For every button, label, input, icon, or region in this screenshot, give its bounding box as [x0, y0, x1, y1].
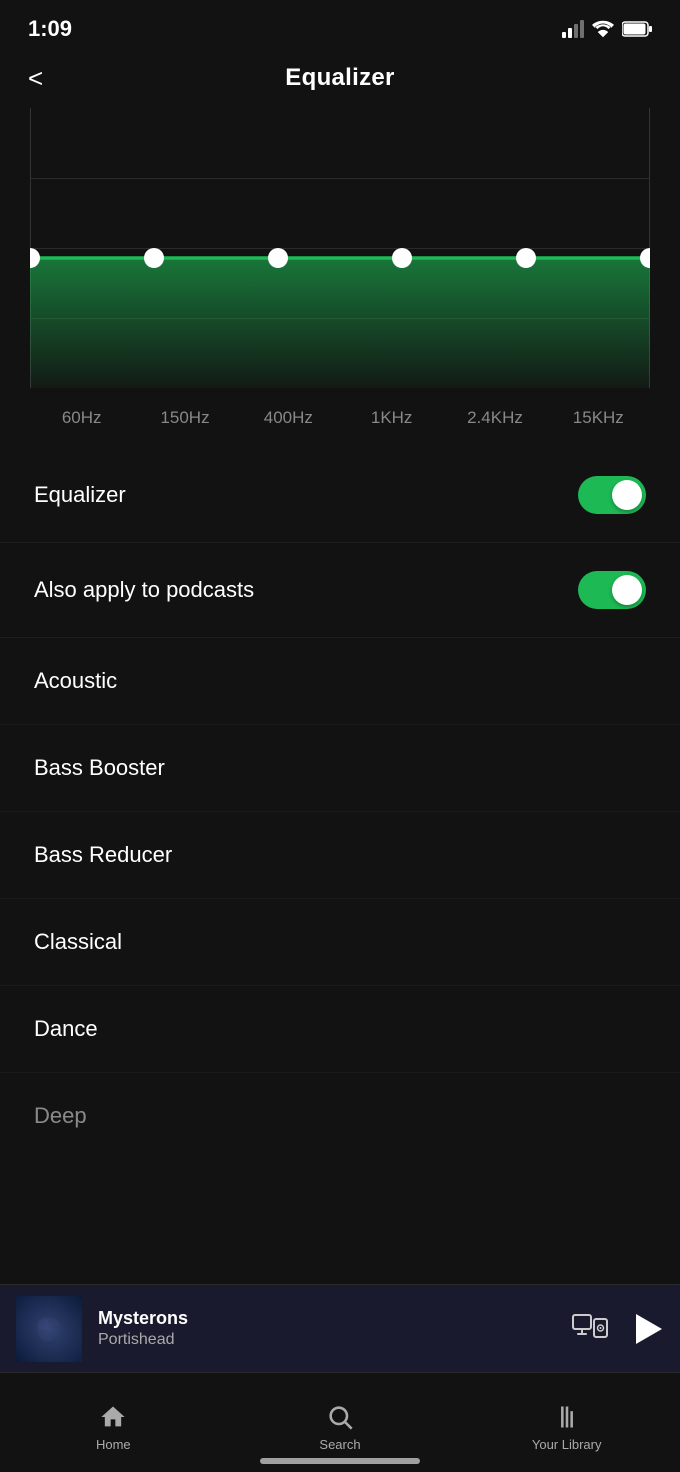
now-playing-bar[interactable]: Mysterons Portishead	[0, 1284, 680, 1372]
eq-label-60hz: 60Hz	[30, 408, 133, 428]
nav-item-home[interactable]: Home	[0, 1373, 227, 1472]
signal-icon	[562, 20, 584, 38]
wifi-icon	[592, 20, 614, 38]
bottom-nav: Home Search Your Library	[0, 1372, 680, 1472]
album-art	[16, 1296, 82, 1362]
eq-label-1khz: 1KHz	[340, 408, 443, 428]
eq-frequency-labels: 60Hz 150Hz 400Hz 1KHz 2.4KHz 15KHz	[30, 392, 650, 428]
nav-item-library-label: Your Library	[532, 1437, 602, 1452]
eq-chart[interactable]: 60Hz 150Hz 400Hz 1KHz 2.4KHz 15KHz	[30, 108, 650, 428]
play-button[interactable]	[632, 1312, 664, 1346]
eq-point-1khz[interactable]	[392, 248, 412, 268]
equalizer-toggle[interactable]	[578, 476, 646, 514]
settings-section: Equalizer Also apply to podcasts	[0, 428, 680, 638]
eq-point-2_4khz[interactable]	[516, 248, 536, 268]
now-playing-title: Mysterons	[98, 1308, 556, 1329]
library-icon	[553, 1403, 581, 1431]
nav-item-search-label: Search	[319, 1437, 360, 1452]
now-playing-artist: Portishead	[98, 1331, 556, 1349]
album-art-overlay	[16, 1296, 82, 1362]
album-art-inner	[16, 1296, 82, 1362]
home-indicator	[260, 1458, 420, 1464]
now-playing-info: Mysterons Portishead	[82, 1308, 572, 1349]
podcasts-toggle[interactable]	[578, 571, 646, 609]
back-button[interactable]: <	[28, 63, 43, 94]
status-time: 1:09	[28, 16, 72, 42]
preset-item-deep[interactable]: Deep	[0, 1073, 680, 1249]
nav-item-library[interactable]: Your Library	[453, 1373, 680, 1472]
preset-item-bass-booster[interactable]: Bass Booster	[0, 725, 680, 812]
status-icons	[562, 20, 652, 38]
eq-label-2_4khz: 2.4KHz	[443, 408, 546, 428]
now-playing-controls	[572, 1312, 664, 1346]
podcasts-toggle-knob	[612, 575, 642, 605]
equalizer-toggle-knob	[612, 480, 642, 510]
equalizer-toggle-label: Equalizer	[34, 482, 126, 508]
eq-label-400hz: 400Hz	[237, 408, 340, 428]
eq-label-15khz: 15KHz	[547, 408, 650, 428]
equalizer-toggle-row: Equalizer	[0, 448, 680, 543]
page-title: Equalizer	[285, 64, 394, 92]
nav-item-home-label: Home	[96, 1437, 131, 1452]
preset-item-bass-reducer[interactable]: Bass Reducer	[0, 812, 680, 899]
podcasts-toggle-label: Also apply to podcasts	[34, 577, 254, 603]
eq-curve-svg[interactable]	[30, 108, 650, 388]
status-bar: 1:09	[0, 0, 680, 54]
eq-label-150hz: 150Hz	[133, 408, 236, 428]
battery-icon	[622, 21, 652, 37]
podcasts-toggle-row: Also apply to podcasts	[0, 543, 680, 638]
preset-item-acoustic[interactable]: Acoustic	[0, 638, 680, 725]
header: < Equalizer	[0, 54, 680, 108]
device-connect-icon[interactable]	[572, 1313, 608, 1345]
preset-list: Acoustic Bass Booster Bass Reducer Class…	[0, 638, 680, 1249]
eq-fill	[30, 258, 650, 388]
eq-point-150hz[interactable]	[144, 248, 164, 268]
search-icon	[326, 1403, 354, 1431]
preset-item-classical[interactable]: Classical	[0, 899, 680, 986]
home-icon	[99, 1403, 127, 1431]
preset-item-dance[interactable]: Dance	[0, 986, 680, 1073]
eq-point-400hz[interactable]	[268, 248, 288, 268]
